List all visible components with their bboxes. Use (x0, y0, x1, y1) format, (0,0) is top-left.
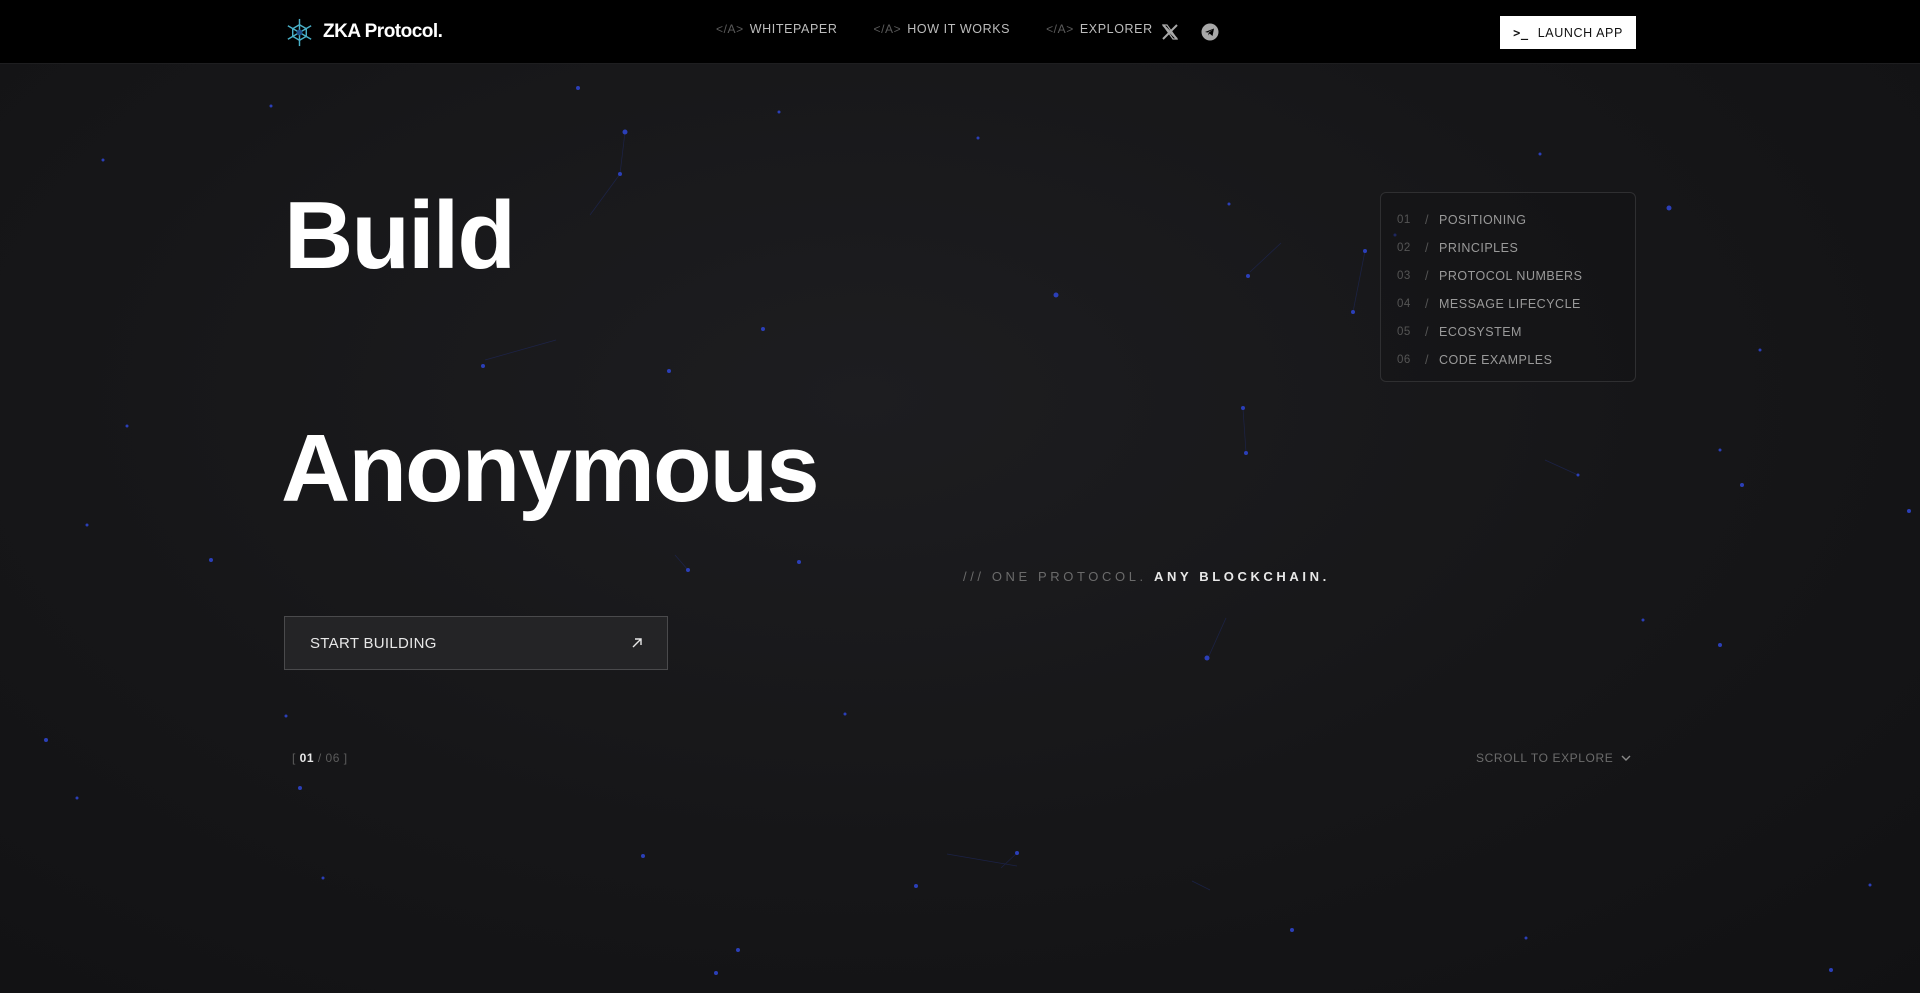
start-building-button[interactable]: START BUILDING (284, 616, 668, 670)
toc-label: CODE EXAMPLES (1438, 353, 1553, 367)
toc-number: 01 (1397, 214, 1411, 226)
start-building-label: START BUILDING (310, 634, 437, 652)
launch-app-button[interactable]: >_ LAUNCH APP (1500, 16, 1636, 49)
nav-whitepaper[interactable]: </A> WHITEPAPER (716, 22, 838, 36)
logo-icon (287, 18, 312, 46)
tagline-highlight: ANY BLOCKCHAIN. (1153, 569, 1330, 584)
nav-label: HOW IT WORKS (907, 22, 1011, 36)
toc-item-principles[interactable]: 02 / PRINCIPLES (1397, 234, 1619, 262)
toc-separator: / (1425, 269, 1429, 283)
total-sections: 06 (325, 751, 340, 765)
toc-separator: / (1425, 325, 1429, 339)
top-navbar: ZKA Protocol. </A> WHITEPAPER </A> HOW I… (0, 0, 1920, 64)
section-index: 01 / POSITIONING 02 / PRINCIPLES 03 / PROTOCOL… (1380, 192, 1636, 382)
current-section: 01 (299, 751, 315, 765)
main-nav: </A> WHITEPAPER </A> HOW IT WORKS </A> E… (716, 22, 1189, 36)
toc-number: 04 (1397, 298, 1411, 310)
toc-label: PROTOCOL NUMBERS (1438, 269, 1583, 283)
section-counter: [ 01 / 06 ] (292, 751, 348, 765)
toc-separator: / (1425, 213, 1429, 227)
nav-label: WHITEPAPER (749, 22, 838, 36)
toc-number: 05 (1397, 326, 1411, 338)
logo[interactable]: ZKA Protocol. (284, 15, 443, 49)
scroll-label: SCROLL TO EXPLORE (1476, 751, 1614, 765)
tagline: /// ONE PROTOCOL. ANY BLOCKCHAIN. (963, 569, 1330, 584)
toc-separator: / (1425, 297, 1429, 311)
x-icon[interactable] (1160, 22, 1180, 42)
chevron-down-icon (1621, 755, 1631, 761)
toc-item-code-examples[interactable]: 06 / CODE EXAMPLES (1397, 346, 1619, 374)
nav-explorer[interactable]: </A> EXPLORER (1046, 22, 1153, 36)
launch-app-label: LAUNCH APP (1537, 25, 1623, 40)
toc-separator: / (1425, 241, 1429, 255)
toc-number: 02 (1397, 242, 1411, 254)
telegram-icon[interactable] (1200, 22, 1220, 42)
nav-label: EXPLORER (1079, 22, 1153, 36)
tagline-prefix: /// ONE PROTOCOL. (963, 569, 1147, 584)
nav-tag: </A> (873, 22, 902, 36)
toc-item-protocol-numbers[interactable]: 03 / PROTOCOL NUMBERS (1397, 262, 1619, 290)
toc-number: 03 (1397, 270, 1411, 282)
scroll-to-explore[interactable]: SCROLL TO EXPLORE (1476, 751, 1631, 765)
toc-item-message-lifecycle[interactable]: 04 / MESSAGE LIFECYCLE (1397, 290, 1619, 318)
toc-label: ECOSYSTEM (1438, 325, 1522, 339)
toc-number: 06 (1397, 354, 1411, 366)
hero-title-line-1: Build (284, 182, 516, 289)
nav-tag: </A> (716, 22, 744, 36)
nav-how-it-works[interactable]: </A> HOW IT WORKS (874, 22, 1011, 36)
nav-tag: </A> (1046, 22, 1074, 36)
arrow-up-right-icon (632, 638, 642, 648)
toc-item-positioning[interactable]: 01 / POSITIONING (1397, 206, 1619, 234)
toc-separator: / (1425, 353, 1429, 367)
hero-title-line-2: Anonymous (281, 415, 820, 522)
toc-item-ecosystem[interactable]: 05 / ECOSYSTEM (1397, 318, 1619, 346)
toc-label: MESSAGE LIFECYCLE (1438, 297, 1581, 311)
terminal-icon: >_ (1513, 25, 1529, 40)
toc-label: POSITIONING (1438, 213, 1527, 227)
toc-label: PRINCIPLES (1438, 241, 1519, 255)
logo-text: ZKA Protocol. (323, 21, 443, 42)
